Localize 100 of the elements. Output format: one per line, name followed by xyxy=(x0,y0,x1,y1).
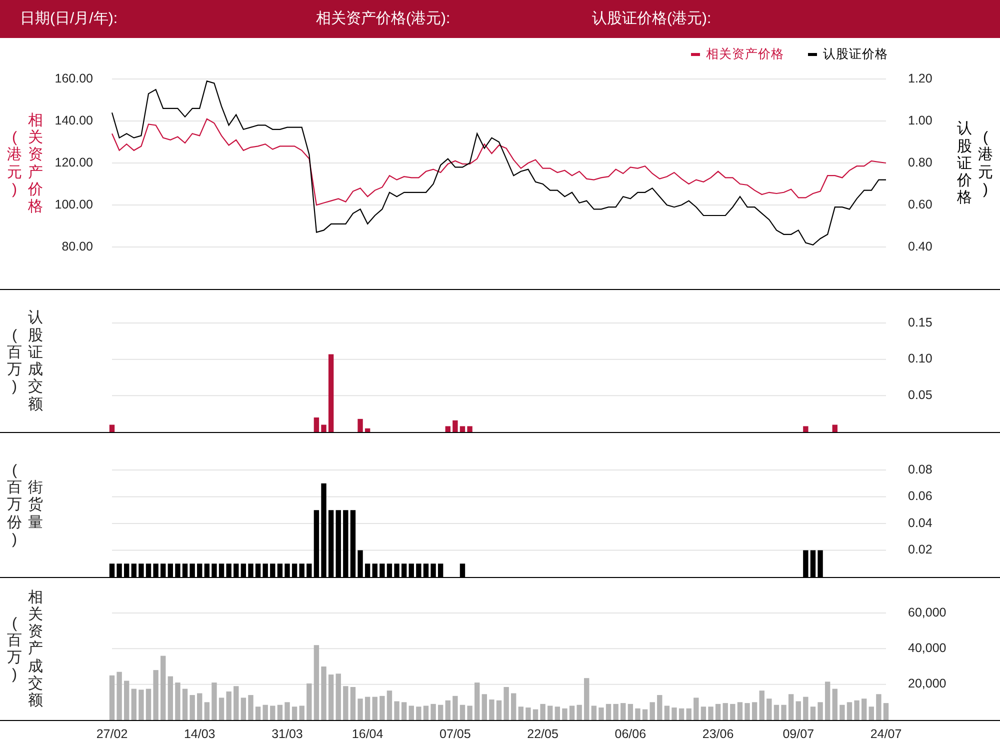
x-tick-label: 07/05 xyxy=(440,726,471,743)
bar xyxy=(482,694,487,720)
bar xyxy=(160,656,166,720)
tick-label: 0.05 xyxy=(908,388,932,402)
bar xyxy=(336,674,341,720)
bar xyxy=(474,682,480,720)
bar xyxy=(277,704,283,720)
bar xyxy=(452,420,458,432)
axis-title: 街货量 xyxy=(28,479,43,531)
bar xyxy=(540,704,546,720)
tick-label: 0.60 xyxy=(908,197,932,212)
bar xyxy=(774,704,780,720)
bar xyxy=(781,704,786,720)
bar xyxy=(226,691,232,720)
bar xyxy=(686,708,692,720)
bar xyxy=(700,706,706,720)
tick-label: 1.20 xyxy=(908,71,932,86)
tick-label: 20,000 xyxy=(908,676,946,691)
bar xyxy=(270,706,276,720)
bar xyxy=(146,688,152,720)
bar xyxy=(109,675,115,720)
bar xyxy=(862,698,867,720)
bar xyxy=(678,708,684,720)
bar xyxy=(803,696,808,720)
bar xyxy=(759,690,764,720)
bar xyxy=(299,706,304,720)
tick-label: 0.40 xyxy=(908,239,932,254)
x-tick-label: 23/06 xyxy=(702,726,734,743)
tick-label: 80.00 xyxy=(62,239,93,254)
bar xyxy=(460,704,466,720)
x-tick-label: 16/04 xyxy=(352,726,384,743)
bar xyxy=(452,696,458,720)
bar xyxy=(824,682,830,720)
bar xyxy=(204,702,210,720)
x-tick-label: 14/03 xyxy=(184,726,216,743)
bar xyxy=(364,428,370,432)
bar xyxy=(504,687,509,720)
bar xyxy=(883,703,889,720)
bar xyxy=(796,701,801,720)
bar xyxy=(511,693,516,720)
bar xyxy=(642,709,648,720)
bar xyxy=(358,418,363,432)
bar xyxy=(598,708,604,720)
tick-label: 0.08 xyxy=(908,462,932,476)
bar xyxy=(131,688,136,720)
legend-label: 相关资产价格 xyxy=(706,46,784,63)
bar xyxy=(532,709,538,720)
x-tick-label: 22/05 xyxy=(527,726,558,743)
bar xyxy=(576,704,582,720)
bar xyxy=(489,700,494,720)
axis-title: (百万份) xyxy=(7,462,22,548)
bar xyxy=(722,703,728,720)
bar xyxy=(394,701,400,720)
bar xyxy=(591,706,597,720)
header-label: 日期(日/月/年): xyxy=(20,8,118,29)
tick-label: 40,000 xyxy=(908,640,946,655)
bar xyxy=(569,706,575,720)
x-tick-label: 24/07 xyxy=(870,726,902,743)
tick-label: 100.00 xyxy=(54,197,93,212)
bar xyxy=(730,704,736,720)
bar xyxy=(218,698,224,720)
bar xyxy=(321,666,326,720)
bar xyxy=(876,694,882,720)
x-tick-label: 27/02 xyxy=(96,726,128,743)
x-tick-label: 06/06 xyxy=(614,726,646,743)
bar xyxy=(635,708,640,720)
bar xyxy=(445,426,450,432)
tick-label: 60,000 xyxy=(908,605,946,620)
tick-label: 140.00 xyxy=(54,113,93,128)
bar xyxy=(408,706,414,720)
bar xyxy=(518,706,524,720)
bar xyxy=(386,690,392,720)
bar xyxy=(292,706,298,720)
bar xyxy=(737,702,743,720)
bar xyxy=(109,424,115,432)
bar xyxy=(190,695,195,720)
bar xyxy=(153,670,158,720)
bar xyxy=(234,686,239,720)
bar xyxy=(584,678,590,720)
bar xyxy=(314,417,320,432)
bar xyxy=(810,706,816,720)
bar xyxy=(613,704,618,720)
bar xyxy=(657,695,662,720)
x-tick-label: 31/03 xyxy=(272,726,303,743)
bar xyxy=(168,676,174,720)
bar xyxy=(766,698,772,720)
bar xyxy=(248,695,254,720)
bar xyxy=(467,706,472,720)
bar xyxy=(197,693,202,720)
bar xyxy=(832,424,838,432)
bar xyxy=(240,698,246,720)
tick-label: 0.10 xyxy=(908,352,932,366)
axis-title: 相关资产成交额 xyxy=(28,588,43,710)
bar xyxy=(358,698,363,720)
bar xyxy=(423,706,429,720)
bar xyxy=(620,703,626,720)
bar xyxy=(606,704,612,720)
bar xyxy=(672,708,677,720)
axis-title: 认股证成交额 xyxy=(28,309,43,413)
tick-label: 160.00 xyxy=(54,71,93,86)
